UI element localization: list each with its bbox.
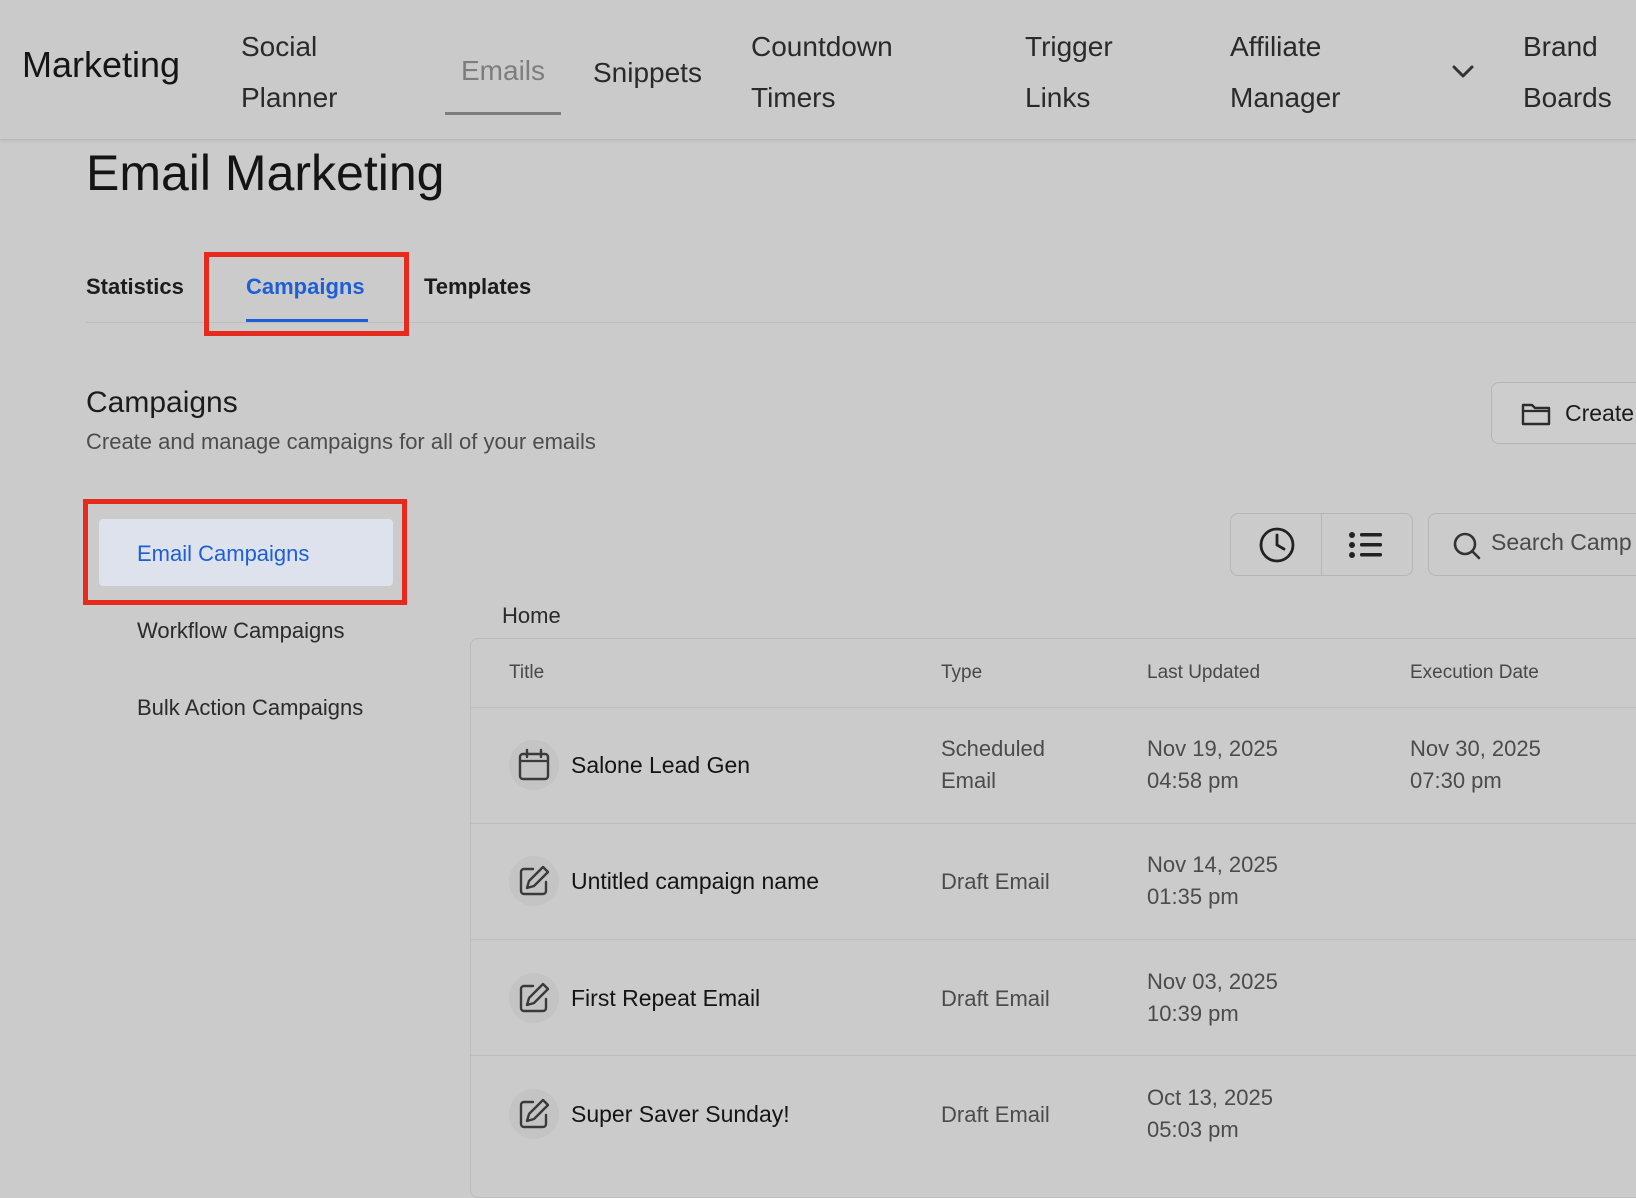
breadcrumb[interactable]: Home [502, 603, 561, 629]
top-navigation: Marketing Social Planner Emails Snippets… [0, 0, 1636, 140]
nav-countdown-timers[interactable]: Countdown Timers [751, 21, 893, 123]
row-icon-badge [509, 973, 559, 1023]
sidebar-item-workflow-campaigns[interactable]: Workflow Campaigns [137, 618, 344, 644]
nav-label-line: Planner [241, 82, 338, 113]
nav-label-line: Countdown [751, 31, 893, 62]
row-last-updated: Nov 03, 2025 10:39 pm [1147, 966, 1278, 1030]
row-title-link[interactable]: Super Saver Sunday! [571, 1101, 790, 1128]
nav-trigger-links[interactable]: Trigger Links [1025, 21, 1113, 123]
toggle-divider [1321, 514, 1322, 575]
column-header-title[interactable]: Title [509, 662, 544, 684]
chevron-down-icon[interactable] [1448, 56, 1478, 86]
nav-affiliate-manager[interactable]: Affiliate Manager [1230, 21, 1341, 123]
row-time: 05:03 pm [1147, 1117, 1239, 1142]
row-title-link[interactable]: First Repeat Email [571, 985, 760, 1012]
row-time: 07:30 pm [1410, 768, 1502, 793]
folder-icon [1521, 403, 1551, 426]
row-divider [471, 939, 1636, 940]
row-title-link[interactable]: Salone Lead Gen [571, 752, 750, 779]
view-toggle-group [1230, 513, 1413, 576]
column-header-type[interactable]: Type [941, 662, 982, 684]
nav-label-line: Affiliate [1230, 31, 1322, 62]
nav-snippets[interactable]: Snippets [593, 47, 702, 98]
search-field[interactable] [1428, 513, 1636, 576]
nav-label-line: Boards [1523, 82, 1612, 113]
nav-brand-boards[interactable]: Brand Boards [1523, 21, 1612, 123]
row-type: Draft Email [941, 1102, 1050, 1127]
tab-statistics[interactable]: Statistics [86, 274, 184, 300]
row-last-updated: Oct 13, 2025 05:03 pm [1147, 1082, 1273, 1146]
nav-social-planner[interactable]: Social Planner [241, 21, 338, 123]
app-brand: Marketing [22, 44, 181, 85]
row-date: Nov 30, 2025 [1410, 736, 1541, 761]
create-folder-button[interactable]: Create [1491, 382, 1636, 444]
list-icon[interactable] [1348, 528, 1384, 562]
row-icon-badge [509, 856, 559, 906]
nav-label-line: Social [241, 31, 318, 62]
row-divider [471, 1055, 1636, 1056]
highlight-box-sidebar [83, 499, 407, 605]
row-last-updated: Nov 14, 2025 01:35 pm [1147, 849, 1278, 913]
row-divider [471, 707, 1636, 708]
row-type: Draft Email [941, 986, 1050, 1011]
row-type: Scheduled Email [941, 733, 1045, 797]
row-time: 10:39 pm [1147, 1001, 1239, 1026]
column-header-last-updated[interactable]: Last Updated [1147, 662, 1260, 684]
row-divider [471, 823, 1636, 824]
nav-active-indicator [445, 112, 561, 115]
nav-label-line: Trigger [1025, 31, 1113, 62]
row-date: Oct 13, 2025 [1147, 1085, 1273, 1110]
edit-icon [519, 982, 550, 1013]
row-title-link[interactable]: Untitled campaign name [571, 868, 819, 895]
edit-icon [519, 1098, 550, 1129]
calendar-icon [518, 748, 550, 781]
column-header-execution-date[interactable]: Execution Date [1410, 662, 1539, 684]
tab-templates[interactable]: Templates [424, 274, 531, 300]
section-subtitle: Create and manage campaigns for all of y… [86, 429, 596, 454]
row-time: 04:58 pm [1147, 768, 1239, 793]
row-type-line: Email [941, 768, 997, 793]
row-type: Draft Email [941, 869, 1050, 894]
row-last-updated: Nov 19, 2025 04:58 pm [1147, 733, 1278, 797]
clock-icon[interactable] [1258, 526, 1296, 564]
edit-icon [519, 865, 550, 896]
row-icon-badge [509, 1089, 559, 1139]
search-icon [1453, 532, 1481, 560]
row-date: Nov 03, 2025 [1147, 969, 1278, 994]
sidebar-item-bulk-action-campaigns[interactable]: Bulk Action Campaigns [137, 695, 363, 721]
create-button-label: Create [1565, 400, 1635, 426]
search-input[interactable] [1489, 528, 1636, 557]
page-title: Email Marketing [86, 145, 445, 201]
nav-label-line: Manager [1230, 82, 1341, 113]
highlight-box-tab [204, 252, 409, 336]
section-title: Campaigns [86, 386, 238, 419]
row-date: Nov 14, 2025 [1147, 852, 1278, 877]
nav-emails[interactable]: Emails [461, 45, 545, 96]
nav-label-line: Links [1025, 82, 1091, 113]
nav-label-line: Brand [1523, 31, 1598, 62]
nav-label-line: Timers [751, 82, 836, 113]
row-date: Nov 19, 2025 [1147, 736, 1278, 761]
row-icon-badge [509, 740, 559, 790]
row-type-line: Scheduled [941, 736, 1045, 761]
row-execution-date: Nov 30, 2025 07:30 pm [1410, 733, 1541, 797]
row-time: 01:35 pm [1147, 884, 1239, 909]
